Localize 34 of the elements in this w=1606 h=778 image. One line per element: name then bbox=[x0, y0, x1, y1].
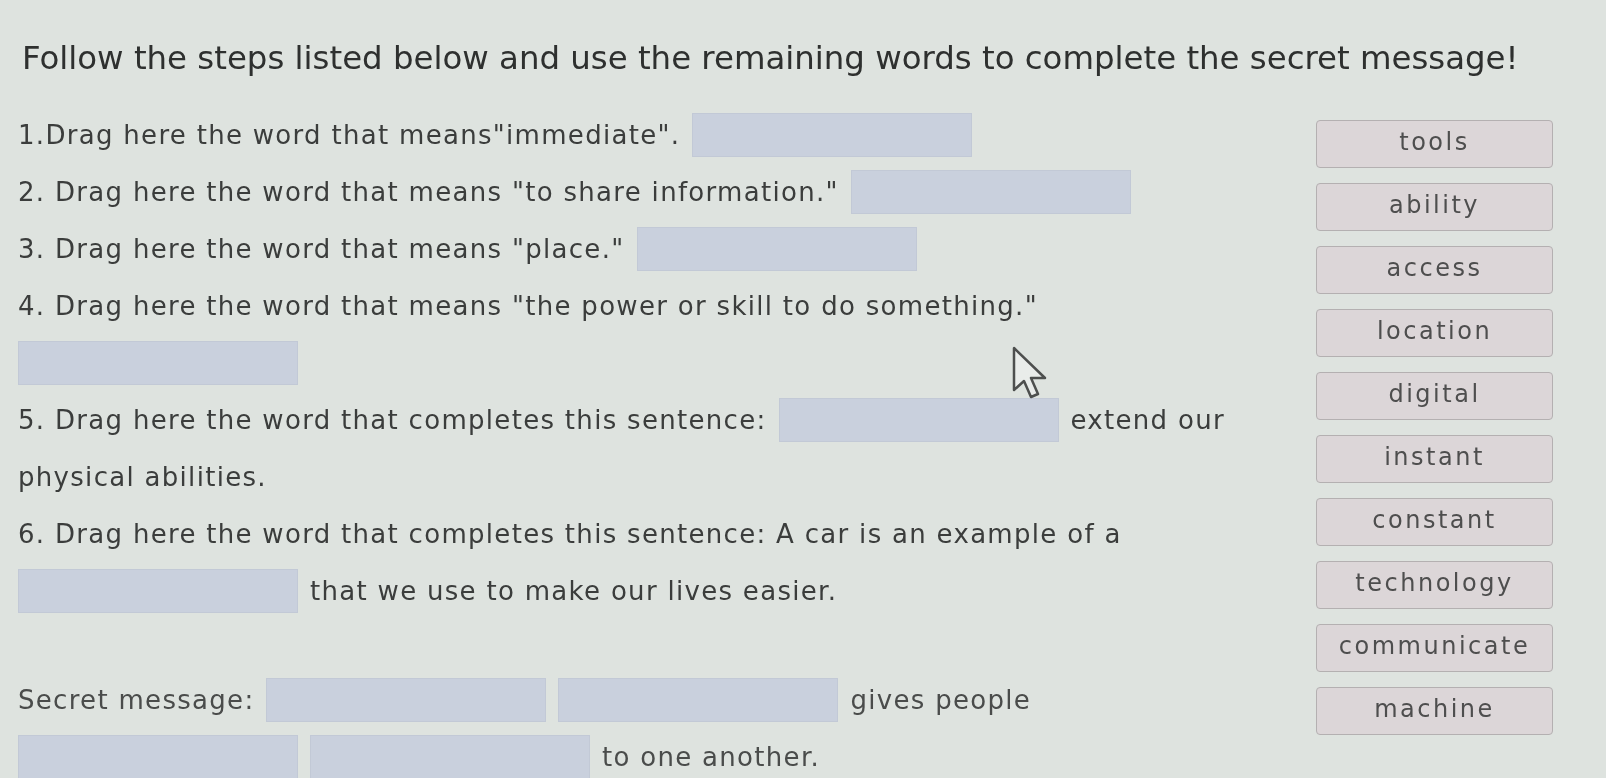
word-tile[interactable]: constant bbox=[1316, 498, 1553, 546]
instruction-text: Secret message: bbox=[18, 683, 255, 716]
answer-box[interactable] bbox=[266, 677, 547, 722]
answer-box[interactable] bbox=[692, 112, 973, 157]
instruction-text: physical abilities. bbox=[18, 460, 267, 493]
word-tile[interactable]: instant bbox=[1316, 435, 1553, 483]
instruction-text: 1.Drag here the word that means"immediate". bbox=[18, 118, 681, 151]
word-tile[interactable]: communicate bbox=[1316, 624, 1553, 672]
instruction-text: that we use to make our lives easier. bbox=[310, 574, 838, 607]
word-tile[interactable]: technology bbox=[1316, 561, 1553, 609]
word-tile[interactable]: machine bbox=[1316, 687, 1553, 735]
instruction-text: 3. Drag here the word that means "place." bbox=[18, 232, 625, 265]
instruction-text: gives people bbox=[850, 683, 1032, 716]
answer-box[interactable] bbox=[778, 397, 1059, 442]
instructions-heading: Follow the steps listed below and use the remaining words to complete the secret message! bbox=[21, 38, 1520, 78]
instruction-text: 6. Drag here the word that completes this sentence: A car is an example of a bbox=[18, 517, 1122, 550]
answer-box[interactable] bbox=[18, 340, 298, 385]
instruction-text: 2. Drag here the word that means "to share information." bbox=[18, 175, 839, 208]
instruction-text: 4. Drag here the word that means "the power or skill to do something." bbox=[18, 289, 1038, 322]
word-tile[interactable]: tools bbox=[1316, 120, 1553, 168]
word-tile[interactable]: digital bbox=[1316, 372, 1553, 420]
word-tile[interactable]: location bbox=[1316, 309, 1553, 357]
instruction-text: to one another. bbox=[602, 740, 821, 773]
answer-box[interactable] bbox=[850, 169, 1131, 214]
word-tile[interactable]: ability bbox=[1316, 183, 1553, 231]
word-tile[interactable]: access bbox=[1316, 246, 1553, 294]
answer-box[interactable] bbox=[18, 734, 298, 778]
instruction-text: 5. Drag here the word that completes this sentence: bbox=[18, 403, 767, 436]
instruction-text: extend our bbox=[1070, 403, 1225, 436]
answer-box[interactable] bbox=[18, 568, 298, 613]
answer-box[interactable] bbox=[558, 677, 839, 722]
answer-box[interactable] bbox=[636, 226, 917, 271]
mouse-pointer-icon bbox=[1012, 346, 1048, 400]
answer-box[interactable] bbox=[310, 734, 590, 778]
